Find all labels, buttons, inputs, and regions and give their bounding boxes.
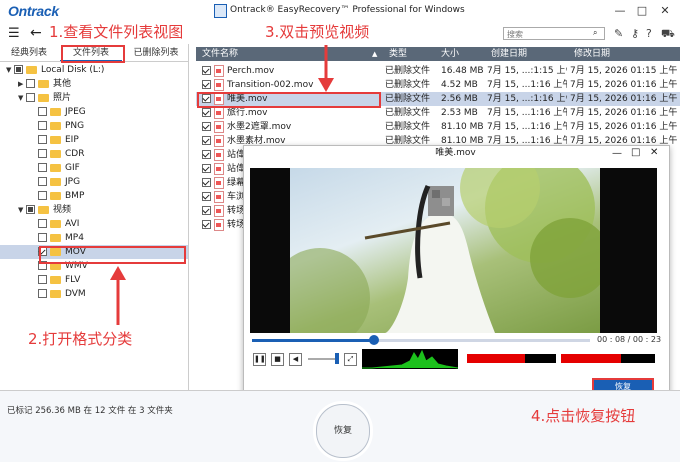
annotation-arrows — [110, 45, 334, 325]
